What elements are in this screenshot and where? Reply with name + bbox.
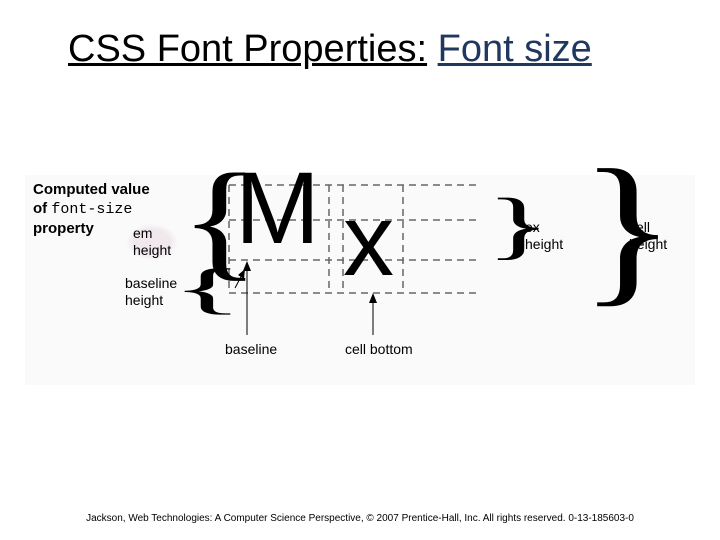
slide: CSS Font Properties: Font size — [0, 0, 720, 540]
cell-height-text: cellheight — [629, 219, 667, 252]
computed-line2-of: of — [33, 200, 51, 217]
slide-title: CSS Font Properties: Font size — [68, 28, 690, 71]
font-size-diagram: M x { { } } Computed value of font-size … — [25, 175, 695, 385]
ex-height-text: exheight — [525, 219, 563, 252]
computed-line3: property — [33, 220, 94, 237]
title-main: CSS Font Properties: — [68, 28, 427, 70]
title-sub: Font size — [438, 28, 592, 70]
computed-line2-code: font-size — [51, 201, 132, 218]
em-height-label: emheight — [127, 223, 177, 261]
baseline-height-label: baselineheight — [125, 275, 177, 309]
computed-line1: Computed value — [33, 181, 150, 198]
glyph-x: x — [343, 189, 394, 291]
cell-height-label: cellheight — [629, 219, 667, 253]
baseline-height-text: baselineheight — [125, 275, 177, 308]
brace-baseline-icon: { — [171, 261, 244, 317]
em-height-text: emheight — [133, 225, 171, 258]
footer-citation: Jackson, Web Technologies: A Computer Sc… — [0, 513, 720, 524]
baseline-label: baseline — [225, 341, 277, 358]
ex-height-label: exheight — [525, 219, 563, 253]
cell-bottom-label: cell bottom — [345, 341, 413, 358]
